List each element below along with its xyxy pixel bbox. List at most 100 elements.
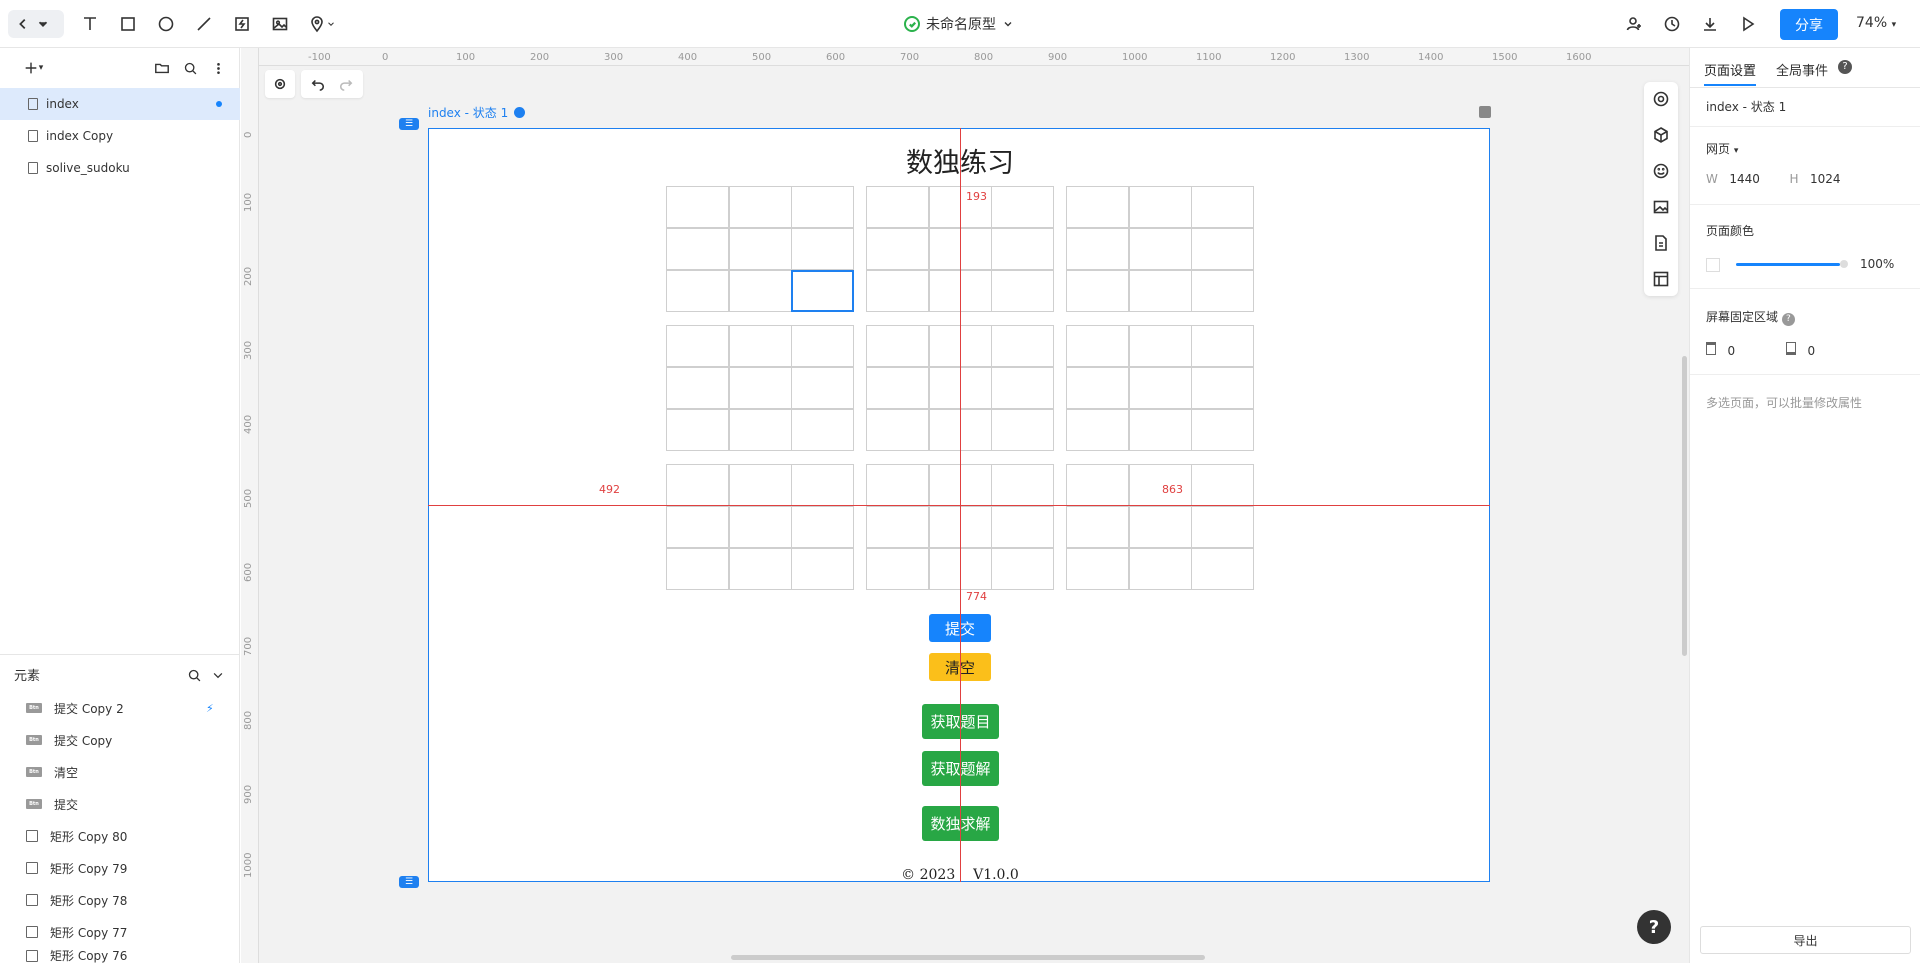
more-vertical-icon[interactable] <box>206 56 230 80</box>
location-tool-icon[interactable] <box>304 12 340 36</box>
fixed-bottom-field[interactable]: 0 <box>1786 342 1815 358</box>
sudoku-cell[interactable] <box>1066 270 1129 312</box>
hotspot-tool-icon[interactable] <box>230 12 254 36</box>
image-tool-icon[interactable] <box>268 12 292 36</box>
sudoku-cell[interactable] <box>791 464 854 506</box>
text-tool-icon[interactable] <box>78 12 102 36</box>
element-item[interactable]: 矩形 Copy 76 <box>0 948 240 963</box>
export-button[interactable]: 导出 <box>1700 926 1911 954</box>
sudoku-cell[interactable] <box>1066 464 1129 506</box>
sudoku-cell[interactable] <box>728 325 792 367</box>
add-page-icon[interactable]: ▾ <box>16 56 50 80</box>
element-item[interactable]: Btn 提交 Copy 2 ⚡ <box>0 692 240 724</box>
sudoku-cell[interactable] <box>666 186 729 228</box>
design-canvas[interactable]: -200-10001002003004005006007008009001000… <box>241 48 1689 963</box>
sudoku-cell[interactable] <box>728 270 792 312</box>
height-input[interactable]: 1024 <box>1810 172 1841 186</box>
interaction-flag-icon[interactable] <box>1479 106 1491 118</box>
sudoku-cell[interactable] <box>791 367 854 409</box>
sudoku-cell[interactable] <box>1128 270 1192 312</box>
sudoku-cell[interactable] <box>1128 367 1192 409</box>
page-item-solive-sudoku[interactable]: solive_sudoku <box>0 152 240 184</box>
sudoku-cell[interactable] <box>1128 325 1192 367</box>
page-color-swatch[interactable] <box>1706 258 1720 272</box>
sudoku-cell[interactable] <box>1066 409 1129 451</box>
invite-user-icon[interactable] <box>1622 12 1646 36</box>
sudoku-cell[interactable] <box>1191 464 1254 506</box>
tab-global-events[interactable]: 全局事件 <box>1776 60 1828 79</box>
sudoku-cell[interactable] <box>1191 228 1254 270</box>
sudoku-cell[interactable] <box>1128 506 1192 548</box>
sudoku-cell[interactable] <box>991 464 1054 506</box>
sudoku-cell[interactable] <box>991 367 1054 409</box>
folder-icon[interactable] <box>150 56 174 80</box>
sudoku-cell[interactable] <box>866 186 929 228</box>
sudoku-cell[interactable] <box>1191 270 1254 312</box>
zoom-level[interactable]: 74% ▾ <box>1856 15 1896 31</box>
sudoku-cell[interactable] <box>791 409 854 451</box>
sudoku-cell[interactable] <box>991 270 1054 312</box>
menu-handle-icon[interactable]: ☰ <box>399 118 419 130</box>
search-icon[interactable] <box>178 56 202 80</box>
sudoku-cell[interactable] <box>791 548 854 590</box>
sudoku-cell[interactable] <box>1066 506 1129 548</box>
sudoku-cell[interactable] <box>728 464 792 506</box>
target-button[interactable] <box>265 70 295 98</box>
artboard-label[interactable]: index - 状态 1 <box>428 104 526 121</box>
device-select[interactable]: 网页 ▾ <box>1706 140 1738 157</box>
menu-handle-icon[interactable]: ☰ <box>399 876 419 888</box>
help-icon[interactable]: ? <box>1838 60 1852 74</box>
sudoku-cell[interactable] <box>791 186 854 228</box>
sudoku-cell[interactable] <box>1191 409 1254 451</box>
sudoku-cell[interactable] <box>791 228 854 270</box>
search-icon[interactable] <box>182 663 206 687</box>
sudoku-cell[interactable] <box>991 228 1054 270</box>
opacity-value[interactable]: 100% <box>1860 257 1894 271</box>
sudoku-cell[interactable] <box>666 325 729 367</box>
sudoku-cell[interactable] <box>1066 228 1129 270</box>
element-item[interactable]: 矩形 Copy 80 <box>0 820 240 852</box>
horizontal-scrollbar[interactable] <box>731 955 1205 960</box>
element-item[interactable]: 矩形 Copy 78 <box>0 884 240 916</box>
sudoku-cell[interactable] <box>666 464 729 506</box>
sudoku-cell[interactable] <box>1128 228 1192 270</box>
chevron-down-icon[interactable] <box>206 663 230 687</box>
history-icon[interactable] <box>1660 12 1684 36</box>
sudoku-cell[interactable] <box>866 270 929 312</box>
image-icon[interactable] <box>1652 198 1670 216</box>
share-button[interactable]: 分享 <box>1780 9 1838 40</box>
component-icon[interactable] <box>1652 126 1670 144</box>
sudoku-cell[interactable] <box>1191 367 1254 409</box>
sudoku-cell[interactable] <box>666 228 729 270</box>
sudoku-cell[interactable] <box>866 548 929 590</box>
back-menu-button[interactable] <box>8 10 64 38</box>
document-icon[interactable] <box>1652 234 1670 252</box>
sudoku-cell[interactable] <box>866 506 929 548</box>
document-title[interactable]: 未命名原型 <box>904 14 1014 34</box>
opacity-slider-handle[interactable] <box>1840 260 1848 268</box>
undo-icon[interactable] <box>311 77 325 91</box>
sudoku-cell[interactable] <box>728 186 792 228</box>
sudoku-cell[interactable] <box>666 367 729 409</box>
sudoku-cell[interactable] <box>991 409 1054 451</box>
help-button[interactable]: ? <box>1637 910 1671 944</box>
sudoku-cell[interactable] <box>1066 367 1129 409</box>
sudoku-cell[interactable] <box>866 367 929 409</box>
play-preview-icon[interactable] <box>1736 12 1760 36</box>
sudoku-cell[interactable] <box>728 367 792 409</box>
sudoku-cell[interactable] <box>728 548 792 590</box>
sudoku-cell[interactable] <box>666 270 729 312</box>
line-tool-icon[interactable] <box>192 12 216 36</box>
sudoku-cell[interactable] <box>1191 325 1254 367</box>
element-item[interactable]: Btn 提交 <box>0 788 240 820</box>
sudoku-cell[interactable] <box>991 548 1054 590</box>
sudoku-cell[interactable] <box>666 548 729 590</box>
help-icon[interactable]: ? <box>1781 313 1795 326</box>
element-item[interactable]: 矩形 Copy 77 <box>0 916 240 948</box>
sudoku-cell[interactable] <box>866 228 929 270</box>
sudoku-cell[interactable] <box>791 270 854 312</box>
page-item-index[interactable]: index <box>0 88 240 120</box>
sudoku-cell[interactable] <box>1066 548 1129 590</box>
sudoku-cell[interactable] <box>866 464 929 506</box>
element-item[interactable]: 矩形 Copy 79 <box>0 852 240 884</box>
